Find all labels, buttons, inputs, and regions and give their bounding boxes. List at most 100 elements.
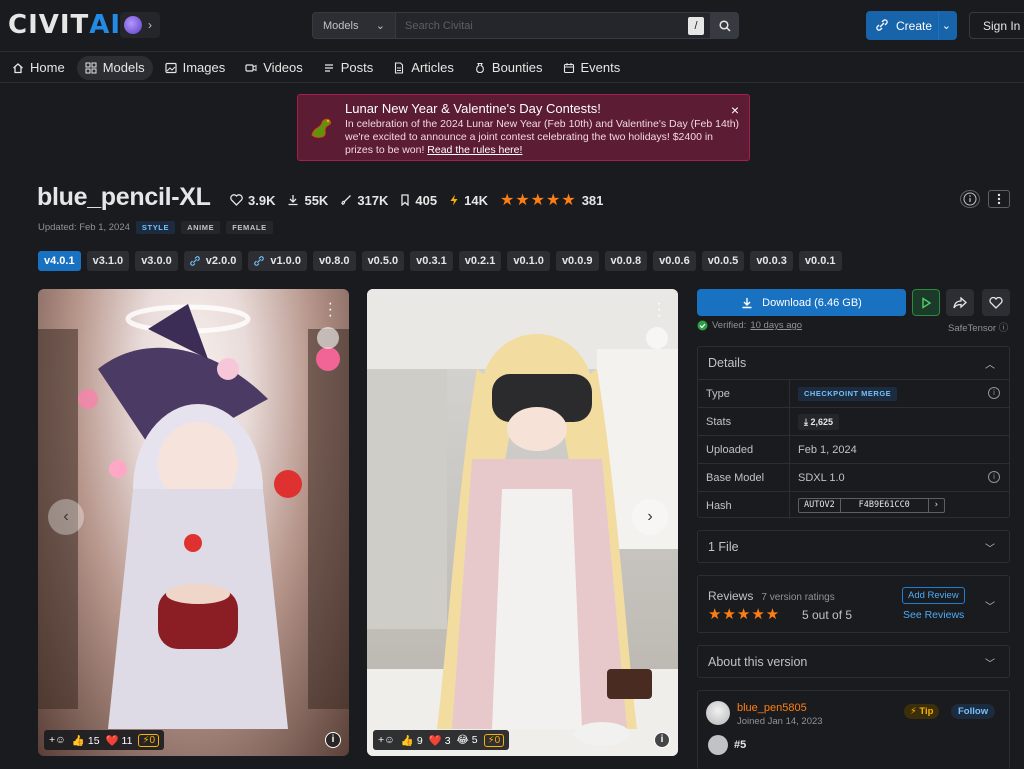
generate-button[interactable] — [912, 289, 940, 316]
files-panel[interactable]: 1 File ﹀ — [697, 530, 1010, 563]
avatar[interactable] — [706, 701, 730, 725]
updated-date: Updated: Feb 1, 2024 — [38, 222, 130, 233]
version-button[interactable]: v2.0.0 — [183, 251, 243, 271]
link-icon[interactable] — [646, 327, 668, 349]
version-button[interactable]: v0.5.0 — [361, 251, 405, 271]
nav-models[interactable]: Models — [76, 55, 153, 80]
sign-in-button[interactable]: Sign In — [969, 12, 1024, 39]
tag-style[interactable]: STYLE — [135, 221, 176, 234]
see-reviews-link[interactable]: See Reviews — [903, 609, 964, 621]
civitai-logo[interactable]: CIVITAI — [8, 12, 121, 38]
buzz-count: 14K — [464, 192, 488, 208]
verified-prefix: Verified: — [712, 320, 747, 331]
verified-when[interactable]: 10 days ago — [750, 320, 802, 331]
gallery-image-1[interactable]: · · · ‹ +☺ 👍 15 ❤️ 11 ⚡0 i — [38, 289, 349, 756]
more-options-button[interactable] — [988, 190, 1010, 208]
search-button[interactable] — [711, 12, 739, 39]
version-button[interactable]: v0.0.8 — [604, 251, 648, 271]
brand-menu-button[interactable]: › — [120, 12, 160, 38]
gallery-image-2[interactable]: · · · › +☺ 👍 9 ❤️ 3 😂 5 ⚡0 i — [367, 289, 678, 756]
about-panel[interactable]: About this version ﹀ — [697, 645, 1010, 678]
main-nav: Home Models Images Videos Posts Articles… — [0, 53, 1024, 83]
like-reaction[interactable]: 👍 15 — [72, 734, 100, 747]
search-type-select[interactable]: Models ⌄ — [312, 12, 396, 39]
buzz-stat[interactable]: 14K — [449, 193, 488, 208]
image-menu-icon[interactable]: · · · — [328, 296, 333, 324]
info-icon[interactable]: i — [988, 387, 1000, 399]
nav-bounties[interactable]: Bounties — [466, 56, 551, 80]
author-name[interactable]: blue_pen5805 — [737, 702, 807, 714]
version-button[interactable]: v0.0.5 — [701, 251, 745, 271]
about-header[interactable]: About this version ﹀ — [698, 646, 1009, 678]
hash-box[interactable]: AUTOV2 F4B9E61CC0 › — [798, 498, 945, 513]
add-reaction-icon[interactable]: +☺ — [49, 734, 66, 746]
chevron-down-icon[interactable]: ﹀ — [985, 540, 995, 555]
next-arrow-icon[interactable]: › — [632, 499, 668, 535]
favorite-button[interactable] — [982, 289, 1010, 316]
add-reaction-icon[interactable]: +☺ — [378, 734, 395, 746]
nav-images[interactable]: Images — [157, 56, 234, 80]
add-review-button[interactable]: Add Review — [902, 587, 965, 604]
version-button[interactable]: v0.3.1 — [410, 251, 453, 271]
nav-videos[interactable]: Videos — [237, 56, 311, 80]
version-button[interactable]: v0.0.1 — [798, 251, 842, 271]
like-reaction[interactable]: 👍 9 — [401, 734, 423, 747]
collected-stat[interactable]: 405 — [400, 193, 437, 208]
nav-posts[interactable]: Posts — [315, 56, 382, 80]
rating-stat[interactable]: ★★★★★ 381 — [500, 190, 603, 210]
version-button[interactable]: v0.0.3 — [750, 251, 793, 271]
image-menu-icon[interactable]: · · · — [657, 296, 662, 324]
heart-reaction[interactable]: ❤️ 11 — [106, 734, 133, 747]
buzz-reaction[interactable]: ⚡0 — [483, 733, 505, 747]
share-button[interactable] — [946, 289, 974, 316]
nav-events[interactable]: Events — [555, 56, 629, 80]
image-info-icon[interactable]: i — [654, 732, 670, 748]
download-icon — [742, 297, 752, 308]
chevron-down-icon[interactable]: ﹀ — [985, 655, 995, 670]
image-witch-illustration — [38, 304, 349, 729]
likes-stat[interactable]: 3.9K — [230, 193, 275, 208]
nav-home[interactable]: Home — [4, 56, 73, 80]
banner-rules-link[interactable]: Read the rules here! — [427, 144, 522, 156]
create-button[interactable]: Create ⌄ — [866, 11, 957, 40]
chevron-right-icon[interactable]: › — [929, 499, 944, 512]
version-button[interactable]: v0.0.9 — [555, 251, 599, 271]
search-input[interactable]: Search Civitai / — [396, 12, 711, 39]
dragon-icon — [311, 118, 331, 138]
version-button[interactable]: v4.0.1 — [38, 251, 81, 271]
follow-button[interactable]: Follow — [951, 704, 996, 719]
heart-reaction[interactable]: ❤️ 3 — [429, 734, 451, 747]
nav-articles[interactable]: Articles — [385, 56, 462, 80]
version-button[interactable]: v3.0.0 — [135, 251, 178, 271]
details-header[interactable]: Details ︿ — [698, 347, 1009, 379]
tag-anime[interactable]: ANIME — [181, 221, 221, 234]
info-icon[interactable] — [960, 190, 980, 208]
info-icon[interactable]: ⓘ — [999, 323, 1009, 334]
image-icon — [165, 62, 177, 73]
chevron-down-icon[interactable]: ﹀ — [985, 598, 995, 613]
version-button[interactable]: v3.1.0 — [86, 251, 130, 271]
version-button[interactable]: v0.2.1 — [458, 251, 502, 271]
chevron-up-icon[interactable]: ︿ — [985, 356, 995, 371]
prev-arrow-icon[interactable]: ‹ — [48, 499, 84, 535]
laugh-reaction[interactable]: 😂 5 — [457, 734, 478, 746]
rank-badge-icon — [708, 735, 728, 755]
version-button[interactable]: v0.0.6 — [653, 251, 696, 271]
about-label: About this version — [708, 655, 808, 669]
link-icon[interactable] — [317, 327, 339, 349]
files-header[interactable]: 1 File ﹀ — [698, 531, 1009, 563]
author-joined: Joined Jan 14, 2023 — [737, 716, 823, 727]
version-button[interactable]: v0.1.0 — [507, 251, 550, 271]
version-button[interactable]: v1.0.0 — [248, 251, 307, 271]
info-icon[interactable]: i — [988, 471, 1000, 483]
tip-button[interactable]: ⚡ Tip — [904, 704, 940, 719]
buzz-reaction[interactable]: ⚡0 — [138, 733, 160, 747]
tag-female[interactable]: FEMALE — [226, 221, 273, 234]
version-button[interactable]: v0.8.0 — [312, 251, 356, 271]
image-info-icon[interactable]: i — [325, 732, 341, 748]
share-icon — [953, 296, 967, 308]
download-button[interactable]: Download (6.46 GB) — [697, 289, 906, 316]
detail-key: Hash — [698, 492, 790, 519]
chevron-down-icon[interactable]: ⌄ — [942, 19, 951, 32]
close-icon[interactable]: × — [731, 102, 739, 118]
